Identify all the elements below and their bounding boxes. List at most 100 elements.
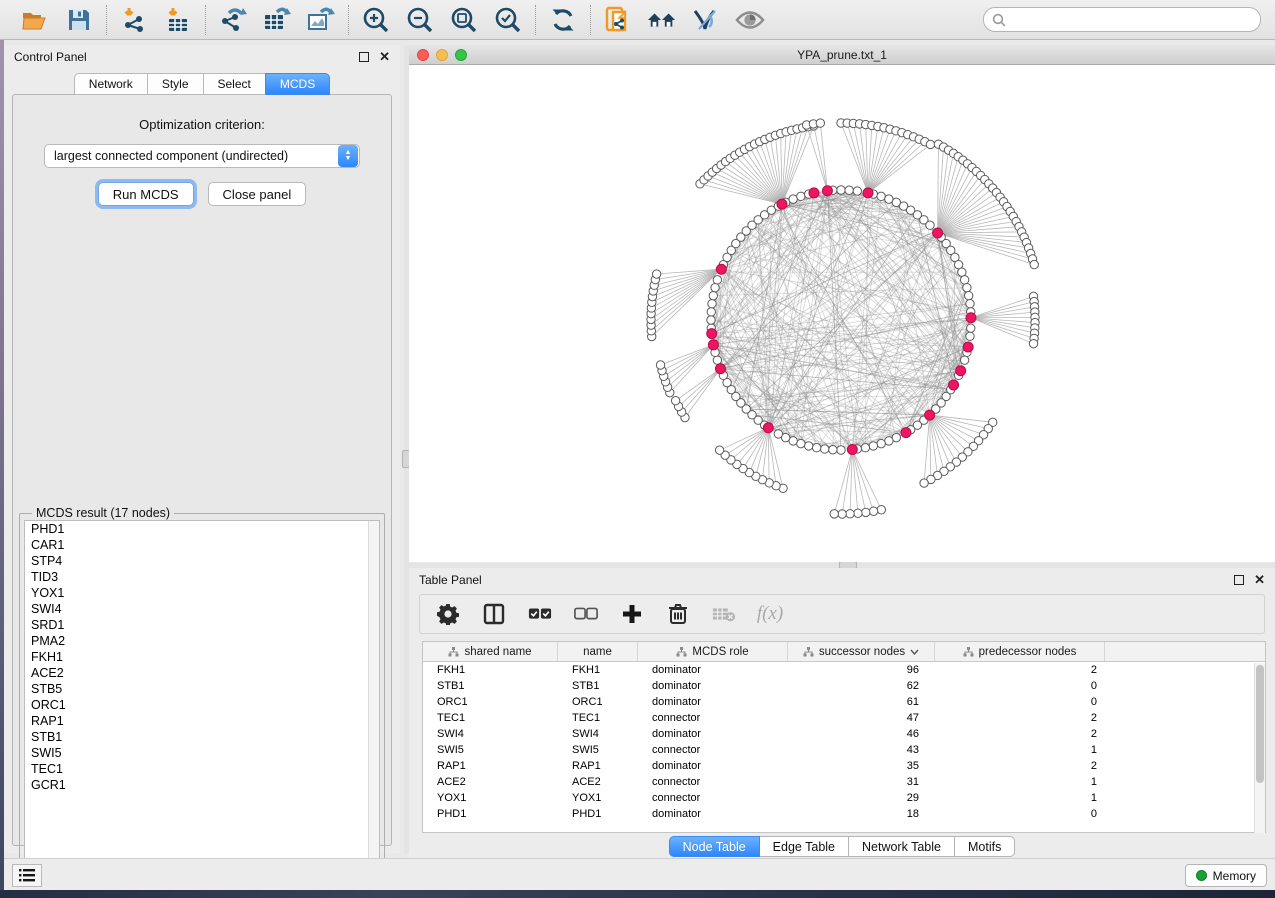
- network-node[interactable]: [812, 443, 820, 451]
- network-node[interactable]: [958, 268, 966, 276]
- zoom-selected-icon[interactable]: [493, 5, 523, 35]
- mcds-result-item[interactable]: RAP1: [25, 713, 379, 729]
- network-node[interactable]: [804, 442, 812, 450]
- close-icon[interactable]: ✕: [379, 52, 390, 62]
- show-eye-icon[interactable]: [735, 5, 765, 35]
- network-node[interactable]: [964, 291, 972, 299]
- mcds-node[interactable]: [925, 410, 935, 420]
- mcds-result-item[interactable]: STB1: [25, 729, 379, 745]
- mcds-node[interactable]: [716, 264, 726, 274]
- import-network-icon[interactable]: [119, 5, 149, 35]
- network-node[interactable]: [1029, 339, 1037, 347]
- table-row[interactable]: STB1STB1dominator620: [423, 678, 1265, 694]
- network-node[interactable]: [963, 283, 971, 291]
- mcds-result-item[interactable]: CAR1: [25, 537, 379, 553]
- mcds-result-item[interactable]: TID3: [25, 569, 379, 585]
- float-window-icon[interactable]: [1234, 575, 1244, 585]
- network-node[interactable]: [920, 479, 928, 487]
- network-node[interactable]: [829, 446, 837, 454]
- save-session-icon[interactable]: [64, 5, 94, 35]
- mcds-node[interactable]: [933, 228, 943, 238]
- node-table[interactable]: shared namenameMCDS rolesuccessor nodesp…: [422, 641, 1266, 833]
- zoom-out-icon[interactable]: [405, 5, 435, 35]
- table-row[interactable]: YOX1YOX1connector291: [423, 790, 1265, 806]
- mcds-result-item[interactable]: TEC1: [25, 761, 379, 777]
- tab-network-table[interactable]: Network Table: [849, 836, 955, 857]
- mcds-result-item[interactable]: STP4: [25, 553, 379, 569]
- network-node[interactable]: [821, 445, 829, 453]
- mcds-result-item[interactable]: SWI5: [25, 745, 379, 761]
- table-row[interactable]: RAP1RAP1dominator352: [423, 758, 1265, 774]
- network-node[interactable]: [789, 195, 797, 203]
- network-node[interactable]: [877, 506, 885, 514]
- network-node[interactable]: [709, 291, 717, 299]
- task-history-button[interactable]: [12, 864, 42, 887]
- split-column-icon[interactable]: [482, 602, 506, 626]
- table-row[interactable]: SWI4SWI4dominator462: [423, 726, 1265, 742]
- mcds-result-item[interactable]: FKH1: [25, 649, 379, 665]
- zoom-in-icon[interactable]: [361, 5, 391, 35]
- mcds-result-item[interactable]: GCR1: [25, 777, 379, 793]
- network-node[interactable]: [861, 443, 869, 451]
- network-node[interactable]: [797, 192, 805, 200]
- network-node[interactable]: [869, 442, 877, 450]
- column-header-predecessor-nodes[interactable]: predecessor nodes: [935, 642, 1105, 661]
- column-header-successor-nodes[interactable]: successor nodes: [788, 642, 935, 661]
- table-scrollbar-thumb[interactable]: [1256, 665, 1264, 783]
- network-node[interactable]: [960, 276, 968, 284]
- network-node[interactable]: [967, 324, 975, 332]
- table-row[interactable]: ORC1ORC1dominator610: [423, 694, 1265, 710]
- network-node[interactable]: [966, 332, 974, 340]
- network-node[interactable]: [671, 396, 679, 404]
- network-node[interactable]: [837, 186, 845, 194]
- mcds-node[interactable]: [863, 188, 873, 198]
- mcds-result-item[interactable]: YOX1: [25, 585, 379, 601]
- column-header-MCDS-role[interactable]: MCDS role: [638, 642, 788, 661]
- hide-graphics-details-icon[interactable]: [691, 5, 721, 35]
- network-canvas[interactable]: [409, 65, 1275, 562]
- mcds-node[interactable]: [966, 313, 976, 323]
- network-node[interactable]: [1030, 260, 1038, 268]
- export-image-icon[interactable]: [306, 5, 336, 35]
- network-node[interactable]: [816, 119, 824, 127]
- network-node[interactable]: [797, 439, 805, 447]
- mcds-result-item[interactable]: ACE2: [25, 665, 379, 681]
- open-file-icon[interactable]: [20, 5, 50, 35]
- network-node[interactable]: [869, 507, 877, 515]
- mcds-node[interactable]: [809, 188, 819, 198]
- export-network-icon[interactable]: [218, 5, 248, 35]
- tab-select[interactable]: Select: [203, 73, 265, 95]
- refresh-icon[interactable]: [548, 5, 578, 35]
- tab-network[interactable]: Network: [74, 73, 147, 95]
- network-node[interactable]: [966, 300, 974, 308]
- memory-button[interactable]: Memory: [1185, 864, 1267, 887]
- mcds-result-item[interactable]: SRD1: [25, 617, 379, 633]
- network-node[interactable]: [960, 356, 968, 364]
- network-node[interactable]: [838, 510, 846, 518]
- network-graph[interactable]: [409, 65, 1275, 562]
- close-panel-button[interactable]: Close panel: [208, 182, 307, 206]
- home-networks-icon[interactable]: [647, 5, 677, 35]
- network-node[interactable]: [652, 270, 660, 278]
- add-column-icon[interactable]: [620, 602, 644, 626]
- network-node[interactable]: [713, 356, 721, 364]
- table-scrollbar[interactable]: [1254, 663, 1265, 833]
- column-header-shared-name[interactable]: shared name: [423, 642, 558, 661]
- table-row[interactable]: PHD1PHD1dominator180: [423, 806, 1265, 822]
- zoom-fit-icon[interactable]: [449, 5, 479, 35]
- run-mcds-button[interactable]: Run MCDS: [98, 182, 194, 206]
- network-node[interactable]: [830, 510, 838, 518]
- table-row[interactable]: SWI5SWI5connector431: [423, 742, 1265, 758]
- mcds-result-item[interactable]: STB5: [25, 681, 379, 697]
- mcds-node[interactable]: [708, 340, 718, 350]
- tab-node-table[interactable]: Node Table: [669, 836, 760, 857]
- network-node[interactable]: [708, 300, 716, 308]
- mcds-result-item[interactable]: PMA2: [25, 633, 379, 649]
- mcds-node[interactable]: [822, 186, 832, 196]
- mcds-result-item[interactable]: SWI4: [25, 601, 379, 617]
- mcds-result-list[interactable]: PHD1CAR1STP4TID3YOX1SWI4SRD1PMA2FKH1ACE2…: [24, 520, 380, 876]
- table-row[interactable]: FKH1FKH1dominator962: [423, 662, 1265, 678]
- network-node[interactable]: [707, 308, 715, 316]
- tab-edge-table[interactable]: Edge Table: [760, 836, 849, 857]
- import-table-icon[interactable]: [163, 5, 193, 35]
